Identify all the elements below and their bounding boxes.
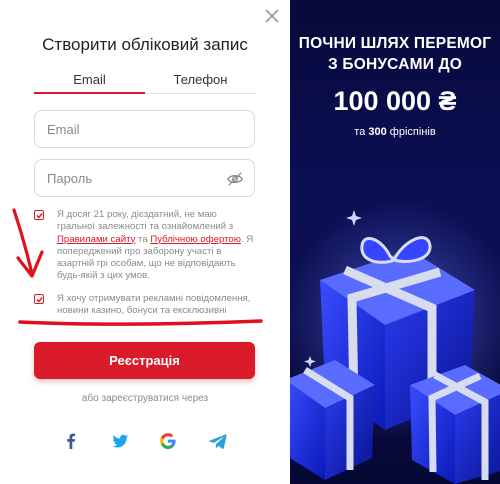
facebook-button[interactable] [60,430,82,452]
email-field [34,110,255,148]
form-title: Створити обліковий запис [42,35,248,54]
telegram-icon [209,434,227,449]
promo-sub-suffix: фріспінів [386,126,436,138]
checkmark-icon [36,297,43,303]
google-icon [160,433,176,449]
password-input[interactable] [35,160,254,196]
register-button[interactable]: Реєстрація [34,342,255,379]
promo-title-line1: ПОЧНИ ШЛЯХ ПЕРЕМОГ [298,35,492,52]
promo-title-line2: З БОНУСАМИ ДО [327,56,463,73]
social-signup-caption: або зареєструватися через [81,393,209,404]
annotation-arrow-icon [12,208,44,278]
tab-email[interactable]: Email [34,70,145,94]
tab-phone[interactable]: Телефон [145,70,256,93]
promo-sub-prefix: та [354,126,369,138]
public-offer-link[interactable]: Публічною офертою [150,234,241,245]
telegram-button[interactable] [207,430,229,452]
promo-subtitle: та 300 фріспінів [290,126,500,138]
consent-text-and: та [135,233,151,245]
annotation-underline [18,319,263,326]
marketing-consent-checkbox[interactable] [34,294,44,304]
password-field [34,159,255,197]
google-button[interactable] [157,430,179,452]
gift-boxes-illustration [290,200,500,484]
promo-amount: 100 000 ₴ [333,86,457,116]
twitter-button[interactable] [109,430,131,452]
promo-freespins-count: 300 [368,126,387,138]
close-button[interactable] [262,6,282,26]
facebook-icon [67,433,76,449]
close-icon [265,9,279,23]
email-input[interactable] [35,111,254,147]
promo-banner: ПОЧНИ ШЛЯХ ПЕРЕМОГ З БОНУСАМИ ДО 100 000… [290,0,500,484]
site-rules-link[interactable]: Правилами сайту [57,234,135,245]
consent-text-start: Я досяг 21 року, дієздатний, не маю грал… [57,209,234,233]
eye-slash-icon[interactable] [226,170,244,188]
age-consent-text: Я досяг 21 року, дієздатний, не маю грал… [57,209,257,283]
marketing-consent-text: Я хочу отримувати рекламні повідомлення,… [57,293,251,317]
registration-form: Створити обліковий запис Email Телефон Я… [0,0,290,484]
promo-title: ПОЧНИ ШЛЯХ ПЕРЕМОГ З БОНУСАМИ ДО [290,33,500,75]
twitter-icon [112,434,128,448]
auth-method-tabs: Email Телефон [34,70,256,94]
